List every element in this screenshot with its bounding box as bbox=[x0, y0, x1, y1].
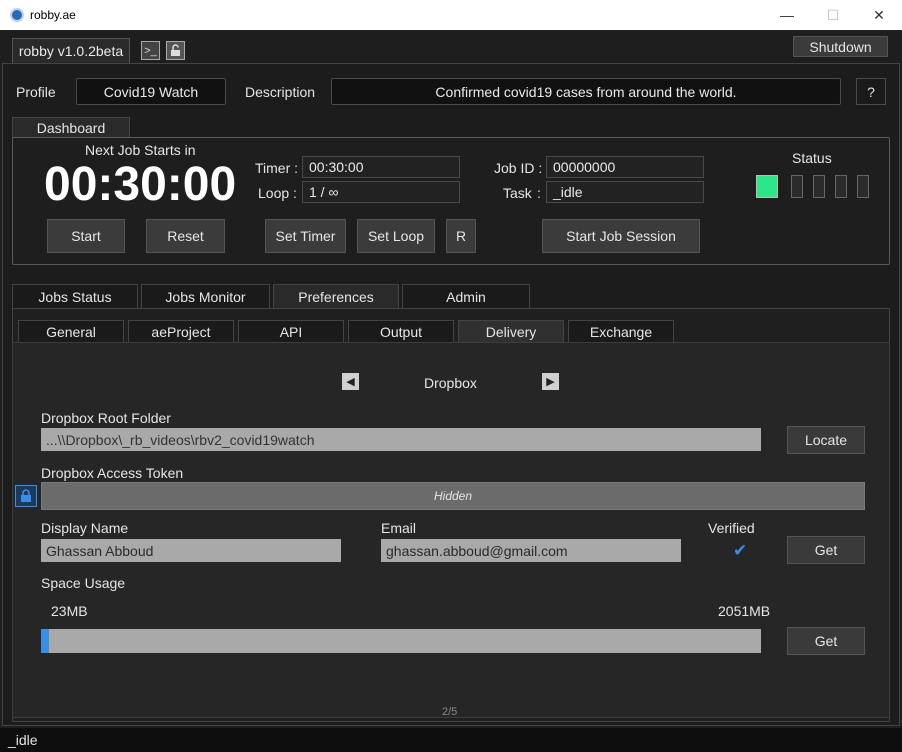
subtab-api[interactable]: API bbox=[238, 320, 344, 343]
job-id-field[interactable]: 00000000 bbox=[546, 156, 704, 178]
timer-field[interactable]: 00:30:00 bbox=[302, 156, 460, 178]
space-used-value: 23MB bbox=[51, 603, 88, 619]
task-field[interactable]: _idle bbox=[546, 181, 704, 203]
terminal-icon[interactable]: >_ bbox=[141, 41, 160, 60]
locate-button[interactable]: Locate bbox=[787, 426, 865, 454]
status-led-2 bbox=[791, 175, 803, 198]
delivery-panel bbox=[12, 342, 890, 718]
subtab-general[interactable]: General bbox=[18, 320, 124, 343]
status-led-5 bbox=[857, 175, 869, 198]
access-token-field[interactable]: Hidden bbox=[41, 482, 865, 510]
lock-icon[interactable] bbox=[15, 485, 37, 507]
tab-preferences[interactable]: Preferences bbox=[273, 284, 399, 309]
task-colon: : bbox=[537, 185, 541, 201]
next-job-label: Next Job Starts in bbox=[85, 142, 196, 158]
start-button[interactable]: Start bbox=[47, 219, 125, 253]
countdown-display: 00:30:00 bbox=[44, 158, 237, 211]
set-loop-button[interactable]: Set Loop bbox=[357, 219, 435, 253]
tab-jobs-monitor[interactable]: Jobs Monitor bbox=[141, 284, 270, 309]
profile-select[interactable]: Covid19 Watch bbox=[76, 78, 226, 105]
display-name-field[interactable]: Ghassan Abboud bbox=[41, 539, 341, 562]
shutdown-button[interactable]: Shutdown bbox=[793, 36, 888, 57]
get-account-button[interactable]: Get bbox=[787, 536, 865, 564]
next-arrow-button[interactable]: ▶ bbox=[542, 373, 559, 390]
subtab-aeproject[interactable]: aeProject bbox=[128, 320, 234, 343]
description-field[interactable]: Confirmed covid19 cases from around the … bbox=[331, 78, 841, 105]
reset-button[interactable]: Reset bbox=[146, 219, 225, 253]
status-led-3 bbox=[813, 175, 825, 198]
email-field[interactable]: ghassan.abboud@gmail.com bbox=[381, 539, 681, 562]
loop-field[interactable]: 1 / ∞ bbox=[302, 181, 460, 203]
unlock-icon-glyph bbox=[171, 44, 180, 56]
loop-label: Loop : bbox=[258, 185, 297, 201]
prev-arrow-button[interactable]: ◀ bbox=[342, 373, 359, 390]
description-label: Description bbox=[245, 84, 316, 100]
verified-label: Verified bbox=[708, 520, 755, 536]
space-usage-fill bbox=[41, 629, 49, 653]
job-id-label: Job ID : bbox=[494, 160, 543, 176]
lock-icon-glyph bbox=[21, 489, 31, 502]
space-usage-label: Space Usage bbox=[41, 575, 126, 591]
delivery-service-label: Dropbox bbox=[424, 375, 477, 391]
tab-jobs-status[interactable]: Jobs Status bbox=[12, 284, 138, 309]
access-token-label: Dropbox Access Token bbox=[41, 465, 184, 481]
version-tab: robby v1.0.2beta bbox=[12, 38, 130, 63]
set-timer-button[interactable]: Set Timer bbox=[265, 219, 346, 253]
email-label: Email bbox=[381, 520, 417, 536]
r-button[interactable]: R bbox=[446, 219, 476, 253]
get-space-button[interactable]: Get bbox=[787, 627, 865, 655]
title-bar: robby.ae — ☐ ✕ bbox=[0, 0, 902, 30]
status-led-4 bbox=[835, 175, 847, 198]
status-led-1 bbox=[756, 175, 778, 198]
minimize-button[interactable]: — bbox=[764, 0, 810, 30]
page-indicator: 2/5 bbox=[442, 706, 458, 718]
task-label: Task bbox=[503, 185, 532, 201]
tab-admin[interactable]: Admin bbox=[402, 284, 530, 309]
subtab-delivery[interactable]: Delivery bbox=[458, 320, 564, 343]
root-folder-label: Dropbox Root Folder bbox=[41, 410, 171, 426]
tab-dashboard[interactable]: Dashboard bbox=[12, 117, 130, 138]
profile-label: Profile bbox=[16, 84, 56, 100]
root-folder-field[interactable]: ...\\Dropbox\_rb_videos\rbv2_covid19watc… bbox=[41, 428, 761, 451]
timer-label: Timer : bbox=[255, 160, 299, 176]
space-usage-bar bbox=[41, 629, 761, 653]
window-title: robby.ae bbox=[30, 8, 76, 22]
help-button[interactable]: ? bbox=[856, 78, 886, 105]
verified-check-icon: ✔ bbox=[733, 541, 748, 561]
display-name-label: Display Name bbox=[41, 520, 129, 536]
app-icon bbox=[10, 8, 24, 22]
space-total-value: 2051MB bbox=[718, 603, 771, 619]
subtab-output[interactable]: Output bbox=[348, 320, 454, 343]
unlock-icon[interactable] bbox=[166, 41, 185, 60]
status-bar: _idle bbox=[0, 728, 902, 752]
start-job-session-button[interactable]: Start Job Session bbox=[542, 219, 700, 253]
subtab-exchange[interactable]: Exchange bbox=[568, 320, 674, 343]
maximize-button[interactable]: ☐ bbox=[810, 0, 856, 30]
status-label: Status bbox=[792, 150, 832, 166]
close-button[interactable]: ✕ bbox=[856, 0, 902, 30]
